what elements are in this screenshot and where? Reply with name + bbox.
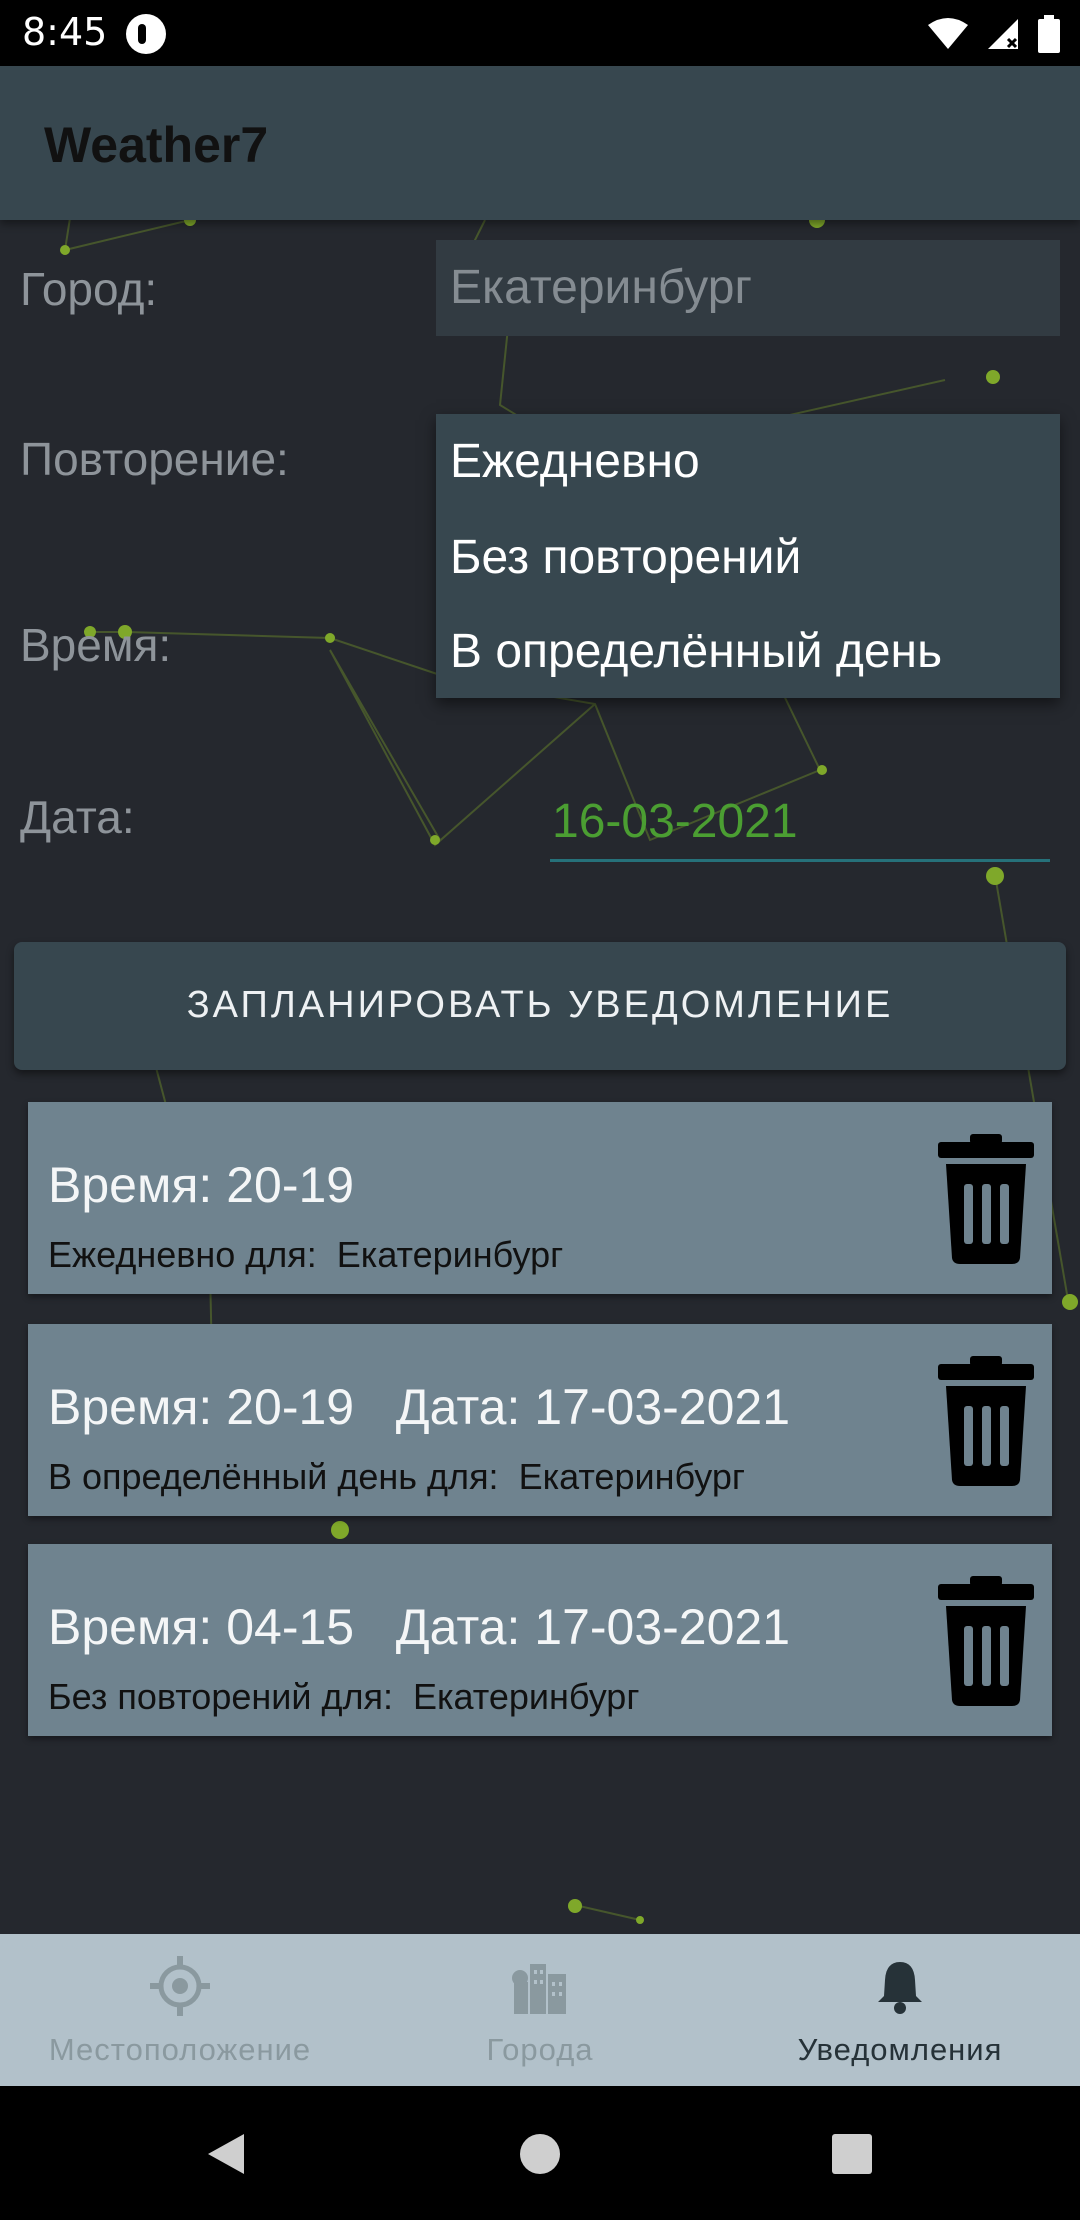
repeat-dropdown-menu: Ежедневно Без повторений В определённый … (436, 414, 1060, 698)
nav-item-notifications[interactable]: Уведомления (720, 1934, 1080, 2086)
date-value: 16-03-2021 (552, 795, 798, 848)
bell-icon (878, 1962, 922, 2014)
home-icon[interactable] (518, 2132, 562, 2176)
repeat-label: Повторение: (20, 433, 289, 485)
nav-label-location: Местоположение (48, 2032, 312, 2067)
location-target-icon (150, 1956, 210, 2016)
city-input[interactable]: Екатеринбург (436, 240, 1060, 336)
notification-card: Время: 20-19 Ежедневно для: Екатеринбург (28, 1102, 1052, 1294)
city-value: Екатеринбург (450, 261, 752, 314)
status-time: 8:45 (22, 10, 108, 54)
notification-app-icon (126, 14, 166, 54)
status-bar: 8:45 (0, 0, 1080, 66)
battery-icon (1038, 15, 1060, 53)
repeat-option-specific-day[interactable]: В определённый день (450, 624, 942, 679)
cellular-signal-icon (988, 19, 1018, 49)
notification-details: Ежедневно для: Екатеринбург (48, 1234, 564, 1275)
notification-time-date: Время: 20-19 Дата: 17-03-2021 (48, 1379, 791, 1435)
nav-item-cities[interactable]: Города (360, 1934, 720, 2086)
bottom-navigation: Местоположение Города Уведомления (0, 1934, 1080, 2086)
city-label: Город: (20, 263, 158, 315)
notification-time: Время: 20-19 (48, 1157, 355, 1213)
trash-icon[interactable] (938, 1576, 1034, 1706)
notification-card: Время: 04-15 Дата: 17-03-2021 Без повтор… (28, 1544, 1052, 1736)
schedule-notification-label: ЗАПЛАНИРОВАТЬ УВЕДОМЛЕНИЕ (186, 984, 894, 1026)
system-navigation-bar (0, 2086, 1080, 2220)
date-input[interactable]: 16-03-2021 (550, 786, 1050, 862)
nav-label-notifications: Уведомления (797, 2032, 1003, 2067)
city-buildings-icon (512, 1964, 566, 2014)
trash-icon[interactable] (938, 1134, 1034, 1264)
notification-details: Без повторений для: Екатеринбург (48, 1676, 640, 1717)
trash-icon[interactable] (938, 1356, 1034, 1486)
date-label: Дата: (20, 791, 135, 843)
recents-icon[interactable] (830, 2132, 874, 2176)
status-icons (928, 14, 1060, 54)
schedule-notification-button[interactable]: ЗАПЛАНИРОВАТЬ УВЕДОМЛЕНИЕ (14, 942, 1066, 1070)
notification-details: В определённый день для: Екатеринбург (48, 1456, 746, 1497)
app-bar: Weather7 (0, 66, 1080, 220)
repeat-option-once[interactable]: Без повторений (450, 530, 801, 585)
wifi-icon (928, 18, 968, 49)
app-title: Weather7 (44, 117, 269, 173)
notification-settings-screen: Город: Екатеринбург Повторение: Время: Д… (0, 220, 1080, 1934)
nav-label-cities: Города (486, 2032, 594, 2067)
nav-item-location[interactable]: Местоположение (0, 1934, 360, 2086)
notification-card: Время: 20-19 Дата: 17-03-2021 В определё… (28, 1324, 1052, 1516)
notification-time-date: Время: 04-15 Дата: 17-03-2021 (48, 1599, 791, 1655)
repeat-option-daily[interactable]: Ежедневно (450, 434, 700, 489)
time-label: Время: (20, 619, 172, 671)
back-icon[interactable] (204, 2132, 248, 2176)
